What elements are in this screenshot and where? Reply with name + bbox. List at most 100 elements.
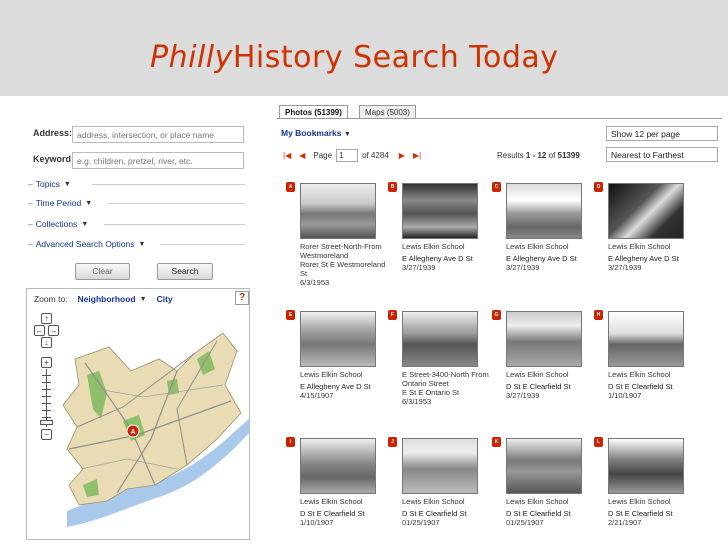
result-location: E Allegheny Ave D St xyxy=(402,254,473,263)
result-location: D St E Clearfield St xyxy=(506,382,571,391)
section-topics[interactable]: – Topics ▼ xyxy=(28,177,71,191)
result-date: 3/27/1939 xyxy=(506,391,540,400)
zoom-out-icon[interactable]: – xyxy=(41,429,52,440)
result-thumbnail[interactable] xyxy=(506,183,582,239)
result-title: Lewis Elkin School xyxy=(608,242,671,251)
result-thumbnail[interactable] xyxy=(506,438,582,494)
result-item[interactable]: K Lewis Elkin School D St E Clearfield S… xyxy=(492,437,598,527)
result-location: Rorer St E Westmoreland St xyxy=(300,260,386,278)
result-thumbnail[interactable] xyxy=(608,438,684,494)
result-item[interactable]: B Lewis Elkin School E Allegheny Ave D S… xyxy=(388,182,494,272)
result-location: D St E Clearfield St xyxy=(506,509,571,518)
triangle-down-icon: ▼ xyxy=(343,131,351,138)
result-date: 01/25/1907 xyxy=(402,518,440,527)
pager: |◀ ◀ Page 1 of 4284 ▶ ▶| xyxy=(283,149,422,162)
pan-up-icon[interactable]: ↑ xyxy=(41,313,52,324)
sort-select[interactable]: Nearest to Farthest xyxy=(606,147,718,162)
result-item[interactable]: L Lewis Elkin School D St E Clearfield S… xyxy=(594,437,700,527)
result-badge: G xyxy=(492,310,501,320)
address-label: Address: xyxy=(33,128,73,138)
result-title: Lewis Elkin School xyxy=(506,370,569,379)
zoom-in-icon[interactable]: + xyxy=(41,357,52,368)
result-badge: B xyxy=(388,182,397,192)
clear-button[interactable]: Clear xyxy=(75,263,130,280)
result-thumbnail[interactable] xyxy=(608,311,684,367)
address-input[interactable] xyxy=(72,126,244,143)
tab-photos[interactable]: Photos (51399) xyxy=(279,105,348,119)
result-title: Lewis Elkin School xyxy=(506,242,569,251)
result-location: E Allegheny Ave D St xyxy=(506,254,577,263)
result-badge: C xyxy=(492,182,501,192)
philadelphia-map[interactable]: A xyxy=(27,289,250,540)
result-badge: L xyxy=(594,437,603,447)
result-badge: H xyxy=(594,310,603,320)
result-badge: F xyxy=(388,310,397,320)
my-bookmarks-link[interactable]: My Bookmarks ▼ xyxy=(281,128,351,138)
search-button[interactable]: Search xyxy=(157,263,213,280)
tab-maps[interactable]: Maps (5003) xyxy=(359,105,416,119)
result-location: D St E Clearfield St xyxy=(300,509,365,518)
result-item[interactable]: C Lewis Elkin School E Allegheny Ave D S… xyxy=(492,182,598,272)
result-thumbnail[interactable] xyxy=(402,183,478,239)
keyword-input[interactable] xyxy=(72,152,244,169)
result-item[interactable]: G Lewis Elkin School D St E Clearfield S… xyxy=(492,310,598,400)
result-item[interactable]: E Lewis Elkin School E Allegheny Ave D S… xyxy=(286,310,392,400)
result-badge: I xyxy=(286,437,295,447)
per-page-select[interactable]: Show 12 per page xyxy=(606,126,718,141)
result-location: D St E Clearfield St xyxy=(402,509,467,518)
result-date: 01/25/1907 xyxy=(506,518,544,527)
result-location: D St E Clearfield St xyxy=(608,382,673,391)
section-advanced-search[interactable]: – Advanced Search Options ▼ xyxy=(28,237,145,251)
next-page-icon[interactable]: ▶ xyxy=(399,151,405,160)
result-title: E Street-3400-North From Ontario Street xyxy=(402,370,489,388)
tab-underline xyxy=(277,118,722,119)
title-banner: PhillyHistory Search Today xyxy=(0,0,728,96)
result-thumbnail[interactable] xyxy=(402,438,478,494)
result-date: 4/15/1907 xyxy=(300,391,334,400)
result-item[interactable]: A Rorer Street-North-From Westmoreland R… xyxy=(286,182,392,287)
result-badge: J xyxy=(388,437,397,447)
prev-page-icon[interactable]: ◀ xyxy=(299,151,305,160)
result-thumbnail[interactable] xyxy=(300,438,376,494)
result-title: Lewis Elkin School xyxy=(402,242,465,251)
result-thumbnail[interactable] xyxy=(608,183,684,239)
first-page-icon[interactable]: |◀ xyxy=(283,151,291,160)
result-date: 6/3/1953 xyxy=(300,278,330,287)
result-badge: D xyxy=(594,182,603,192)
result-date: 3/27/1939 xyxy=(402,263,436,272)
result-item[interactable]: J Lewis Elkin School D St E Clearfield S… xyxy=(388,437,494,527)
divider xyxy=(160,244,245,245)
result-thumbnail[interactable] xyxy=(300,311,376,367)
map-panel[interactable]: Zoom to: Neighborhood ▼ City ? A ↑ ← → ↓… xyxy=(26,288,250,540)
result-thumbnail[interactable] xyxy=(506,311,582,367)
result-item[interactable]: F E Street-3400-North From Ontario Stree… xyxy=(388,310,494,406)
zoom-slider-handle[interactable] xyxy=(40,420,53,425)
result-title: Lewis Elkin School xyxy=(300,370,363,379)
result-badge: A xyxy=(286,182,295,192)
section-collections[interactable]: – Collections ▼ xyxy=(28,217,88,231)
result-date: 3/27/1939 xyxy=(506,263,540,272)
last-page-icon[interactable]: ▶| xyxy=(413,151,421,160)
divider xyxy=(92,184,245,185)
result-location: E Allegheny Ave D St xyxy=(300,382,371,391)
result-item[interactable]: D Lewis Elkin School E Allegheny Ave D S… xyxy=(594,182,700,272)
pan-down-icon[interactable]: ↓ xyxy=(41,337,52,348)
keyword-label: Keyword: xyxy=(33,154,75,164)
triangle-down-icon: ▼ xyxy=(81,220,89,228)
page-input[interactable]: 1 xyxy=(336,149,359,162)
divider xyxy=(108,203,245,204)
result-item[interactable]: H Lewis Elkin School D St E Clearfield S… xyxy=(594,310,700,400)
result-date: 6/3/1953 xyxy=(402,397,432,406)
result-location: D St E Clearfield St xyxy=(608,509,673,518)
section-time-period[interactable]: – Time Period ▼ xyxy=(28,196,92,210)
result-title: Lewis Elkin School xyxy=(608,497,671,506)
pan-left-icon[interactable]: ← xyxy=(34,325,45,336)
result-item[interactable]: I Lewis Elkin School D St E Clearfield S… xyxy=(286,437,392,527)
result-date: 2/21/1907 xyxy=(608,518,642,527)
result-thumbnail[interactable] xyxy=(402,311,478,367)
result-badge: K xyxy=(492,437,501,447)
result-thumbnail[interactable] xyxy=(300,183,376,239)
result-title: Lewis Elkin School xyxy=(402,497,465,506)
result-location: E Allegheny Ave D St xyxy=(608,254,679,263)
pan-right-icon[interactable]: → xyxy=(48,325,59,336)
